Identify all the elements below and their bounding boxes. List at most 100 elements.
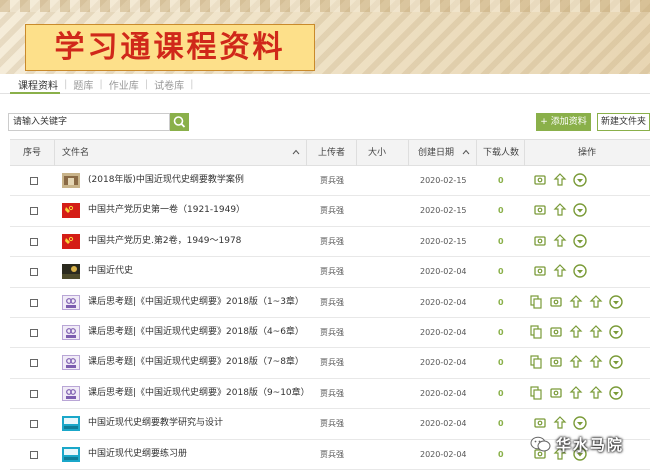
- photo-thumbnail: [62, 173, 80, 188]
- created-date: 2020-02-04: [420, 449, 467, 459]
- upload-icon[interactable]: [588, 324, 604, 340]
- file-name[interactable]: 课后思考题|《中国近现代史纲要》2018版（1~3章）: [88, 288, 304, 317]
- view-icon[interactable]: [548, 294, 564, 310]
- copy-icon[interactable]: [528, 324, 544, 340]
- view-icon[interactable]: [548, 354, 564, 370]
- upload-icon[interactable]: [588, 294, 604, 310]
- tab-course-materials[interactable]: 课程资料: [14, 77, 62, 92]
- uploader-name: 贾兵强: [320, 236, 344, 246]
- file-name[interactable]: 课后思考题|《中国近现代史纲要》2018版（9~10章）: [88, 379, 310, 408]
- tab-question-bank[interactable]: 题库: [69, 77, 97, 92]
- tab-exam-bank[interactable]: 试卷库: [150, 77, 188, 92]
- row-actions: [532, 233, 592, 249]
- more-dropdown-icon[interactable]: [572, 415, 588, 431]
- upload-icon[interactable]: [568, 354, 584, 370]
- upload-icon[interactable]: [588, 385, 604, 401]
- more-dropdown-icon[interactable]: [608, 294, 624, 310]
- row-actions: [532, 415, 592, 431]
- more-dropdown-icon[interactable]: [572, 202, 588, 218]
- uploader-name: 贾兵强: [320, 358, 344, 368]
- download-count: 0: [498, 206, 504, 216]
- add-material-button[interactable]: + 添加资料: [536, 113, 591, 131]
- file-name[interactable]: 中国近现代史纲要练习册: [88, 440, 187, 469]
- table-row[interactable]: 中国共产党历史第一卷（1921-1949） 贾兵强 2020-02-15 0: [10, 196, 650, 227]
- upload-icon[interactable]: [568, 324, 584, 340]
- row-checkbox[interactable]: [30, 328, 38, 337]
- header-separator: [54, 140, 55, 166]
- file-name[interactable]: 课后思考题|《中国近现代史纲要》2018版（4~6章）: [88, 318, 304, 347]
- file-table-body: (2018年版)中国近现代史纲要教学案例 贾兵强 2020-02-15 0 中国共产党历…: [10, 166, 650, 470]
- created-date: 2020-02-04: [420, 297, 467, 307]
- view-icon[interactable]: [548, 324, 564, 340]
- sort-caret-icon[interactable]: [292, 149, 300, 155]
- table-row[interactable]: 课后思考题|《中国近现代史纲要》2018版（9~10章） 贾兵强 2020-02-0…: [10, 379, 650, 410]
- new-folder-button[interactable]: 新建文件夹: [597, 113, 650, 131]
- row-checkbox[interactable]: [30, 177, 38, 185]
- more-dropdown-icon[interactable]: [572, 172, 588, 188]
- search-input[interactable]: 请输入关键字: [8, 113, 170, 131]
- upload-icon[interactable]: [552, 233, 568, 249]
- table-row[interactable]: 中国共产党历史.第2卷，1949～1978 贾兵强 2020-02-15 0: [10, 227, 650, 258]
- upload-icon[interactable]: [552, 415, 568, 431]
- active-tab-indicator: [10, 92, 60, 94]
- view-icon[interactable]: [532, 172, 548, 188]
- file-name[interactable]: 中国近代史: [88, 257, 133, 286]
- file-name[interactable]: 中国共产党历史.第2卷，1949～1978: [88, 227, 241, 256]
- view-icon[interactable]: [532, 233, 548, 249]
- more-dropdown-icon[interactable]: [608, 385, 624, 401]
- more-dropdown-icon[interactable]: [572, 263, 588, 279]
- file-name[interactable]: (2018年版)中国近现代史纲要教学案例: [88, 166, 244, 195]
- row-actions: [532, 202, 592, 218]
- row-checkbox[interactable]: [30, 237, 38, 246]
- upload-icon[interactable]: [552, 263, 568, 279]
- file-name[interactable]: 中国近现代史纲要教学研究与设计: [88, 409, 223, 438]
- upload-icon[interactable]: [568, 294, 584, 310]
- table-row[interactable]: 课后思考题|《中国近现代史纲要》2018版（4~6章） 贾兵强 2020-02-04…: [10, 318, 650, 349]
- upload-icon[interactable]: [588, 354, 604, 370]
- book-thumbnail: [62, 416, 80, 432]
- more-dropdown-icon[interactable]: [608, 354, 624, 370]
- upload-icon[interactable]: [568, 385, 584, 401]
- table-row[interactable]: (2018年版)中国近现代史纲要教学案例 贾兵强 2020-02-15 0: [10, 166, 650, 197]
- header-index: 序号: [23, 148, 42, 158]
- row-checkbox[interactable]: [30, 298, 38, 307]
- upload-icon[interactable]: [552, 202, 568, 218]
- download-count: 0: [498, 176, 504, 185]
- view-icon[interactable]: [532, 415, 548, 431]
- more-dropdown-icon[interactable]: [608, 324, 624, 340]
- view-icon[interactable]: [532, 263, 548, 279]
- banner-title: 学习通课程资料: [25, 24, 315, 71]
- header-created-date[interactable]: 创建日期: [418, 140, 454, 166]
- view-icon[interactable]: [548, 385, 564, 401]
- download-count: 0: [498, 236, 504, 246]
- file-name[interactable]: 课后思考题|《中国近现代史纲要》2018版（7~8章）: [88, 348, 304, 377]
- table-row[interactable]: 课后思考题|《中国近现代史纲要》2018版（7~8章） 贾兵强 2020-02-04…: [10, 348, 650, 379]
- more-dropdown-icon[interactable]: [572, 233, 588, 249]
- watermark-text: 华水马院: [556, 435, 625, 454]
- tab-divider: [0, 93, 650, 94]
- row-checkbox[interactable]: [30, 359, 38, 368]
- copy-icon[interactable]: [528, 294, 544, 310]
- table-row[interactable]: 中国近代史 贾兵强 2020-02-04 0: [10, 257, 650, 288]
- header-uploader: 上传者: [318, 148, 346, 158]
- copy-icon[interactable]: [528, 385, 544, 401]
- upload-icon[interactable]: [552, 172, 568, 188]
- row-actions: [528, 354, 628, 370]
- tab-homework-bank[interactable]: 作业库: [105, 77, 143, 92]
- table-row[interactable]: 课后思考题|《中国近现代史纲要》2018版（1~3章） 贾兵强 2020-02-04…: [10, 288, 650, 318]
- row-checkbox[interactable]: [30, 268, 38, 277]
- row-checkbox[interactable]: [30, 450, 38, 459]
- download-count: 0: [498, 388, 504, 398]
- view-icon[interactable]: [532, 202, 548, 218]
- tab-separator: |: [144, 78, 149, 90]
- sort-caret-icon[interactable]: [462, 149, 470, 155]
- header-size: 大小: [368, 148, 387, 158]
- file-name[interactable]: 中国共产党历史第一卷（1921-1949）: [88, 196, 245, 225]
- row-checkbox[interactable]: [30, 389, 38, 398]
- row-actions: [532, 172, 592, 188]
- row-checkbox[interactable]: [30, 420, 38, 429]
- search-button[interactable]: [170, 113, 189, 131]
- header-filename[interactable]: 文件名: [62, 140, 89, 166]
- row-checkbox[interactable]: [30, 207, 38, 216]
- copy-icon[interactable]: [528, 354, 544, 370]
